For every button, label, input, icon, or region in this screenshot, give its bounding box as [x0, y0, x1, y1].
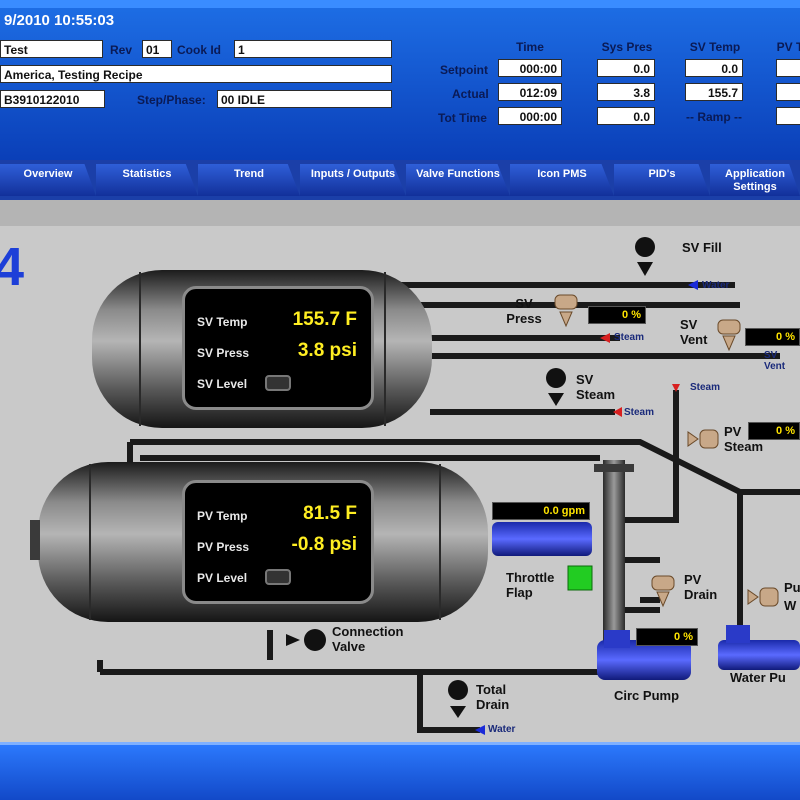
separator-bar [0, 200, 800, 226]
tab-inputs-outputs[interactable]: Inputs / Outputs [300, 164, 406, 196]
header-top-strip [0, 0, 800, 8]
recipe-field[interactable]: Test [0, 40, 103, 58]
footer-bar [0, 742, 800, 800]
pv-drain-pct: 0 % [636, 628, 698, 646]
sv-level-label: SV Level [197, 377, 248, 391]
footer-highlight [0, 742, 800, 745]
flow-meter-motor [492, 522, 592, 556]
tab-bar: Overview Statistics Trend Inputs / Outpu… [0, 160, 800, 200]
tab-overview[interactable]: Overview [0, 164, 96, 196]
rev-field[interactable]: 01 [142, 40, 172, 58]
sv-press-valve-label[interactable]: SV Press [500, 296, 548, 326]
throttle-flap-icon [567, 565, 593, 591]
throttle-flap-label[interactable]: Throttle Flap [506, 570, 570, 600]
step-phase-field[interactable]: 00 IDLE [217, 90, 392, 108]
setpoint-time: 000:00 [498, 59, 562, 77]
step-phase-label: Step/Phase: [137, 93, 206, 107]
w-label-partial: W [784, 598, 797, 613]
col-header-time: Time [516, 40, 544, 54]
col-header-sys-pres: Sys Pres [601, 40, 653, 54]
pv-level-label: PV Level [197, 571, 248, 585]
sv-temp-label: SV Temp [197, 315, 248, 329]
tab-icon-pms[interactable]: Icon PMS [510, 164, 614, 196]
unit-number: 4 [0, 237, 25, 297]
pv-press-label: PV Press [197, 540, 250, 554]
actual-sv-temp: 155.7 [685, 83, 743, 101]
recipe-name-field[interactable]: America, Testing Recipe [0, 65, 392, 83]
col-header-sv-temp: SV Temp [689, 40, 741, 54]
row-label-setpoint: Setpoint [440, 63, 488, 77]
water-pump-label[interactable]: Water Pu [730, 670, 800, 685]
tab-pids[interactable]: PID's [614, 164, 710, 196]
sv-steam-valve-label[interactable]: SV Steam [576, 372, 626, 402]
sv-fill-label: SV Fill [682, 240, 722, 255]
cook-id-field[interactable]: 1 [234, 40, 392, 58]
steam-tag-pv-inlet: Steam [690, 382, 721, 393]
steam-tag-sv: Steam [624, 407, 655, 418]
water-tag-fill: Water [702, 280, 730, 291]
steam-tag-press: Steam [614, 332, 645, 343]
sv-press-value: 3.8 psi [297, 340, 357, 361]
setpoint-pv-temp [776, 59, 800, 77]
connection-valve-label[interactable]: Connection Valve [332, 624, 422, 654]
col-header-pv-temp: PV T [776, 40, 800, 54]
tab-trend[interactable]: Trend [198, 164, 300, 196]
water-pump-motor [718, 625, 800, 670]
piping-graphics [30, 237, 800, 735]
total-drain-valve-label[interactable]: Total Drain [476, 682, 524, 712]
sv-readout-panel: SV Temp 155.7 F SV Press 3.8 psi SV Leve… [182, 286, 374, 410]
tot-pv-temp [776, 107, 800, 125]
pv-readout-panel: PV Temp 81.5 F PV Press -0.8 psi PV Leve… [182, 480, 374, 604]
recipe-header: 9/2010 10:55:03 Test Rev 01 Cook Id 1 Am… [0, 0, 800, 160]
row-label-tot-time: Tot Time [438, 111, 487, 125]
pv-level-indicator [265, 569, 291, 585]
sv-level-indicator [265, 375, 291, 391]
tab-statistics[interactable]: Statistics [96, 164, 198, 196]
sv-vent-tag: SV Vent [764, 350, 786, 372]
pv-temp-label: PV Temp [197, 509, 248, 523]
water-tag-drain: Water [488, 724, 516, 735]
pv-press-value: -0.8 psi [291, 534, 357, 555]
pv-steam-pct: 0 % [748, 422, 800, 440]
flow-readout: 0.0 gpm [492, 502, 590, 520]
rev-label: Rev [110, 43, 133, 57]
row-label-actual: Actual [452, 87, 489, 101]
actual-sys-pres: 3.8 [597, 83, 655, 101]
sv-vent-pct: 0 % [745, 328, 800, 346]
datetime-display: 9/2010 10:55:03 [4, 12, 115, 29]
sv-press-pct: 0 % [588, 306, 646, 324]
setpoint-sv-temp: 0.0 [685, 59, 743, 77]
tot-time: 000:00 [498, 107, 562, 125]
setpoint-sys-pres: 0.0 [597, 59, 655, 77]
tot-sys-pres: 0.0 [597, 107, 655, 125]
cook-id-label: Cook Id [177, 43, 221, 57]
pv-drain-valve-label[interactable]: PV Drain [684, 572, 724, 602]
tab-valve-functions[interactable]: Valve Functions [406, 164, 510, 196]
pump-label-partial: Pu [784, 580, 800, 595]
actual-time: 012:09 [498, 83, 562, 101]
pv-temp-value: 81.5 F [303, 503, 357, 524]
sv-press-label: SV Press [197, 346, 250, 360]
circ-pump-label[interactable]: Circ Pump [614, 688, 679, 703]
actual-pv-temp [776, 83, 800, 101]
process-diagram: 4 SV Temp 155.7 F SV Press 3.8 psi SV Le… [0, 226, 800, 742]
batch-field[interactable]: B3910122010 [0, 90, 105, 108]
ramp-label: -- Ramp -- [686, 110, 742, 124]
sv-vent-valve-label[interactable]: SV Vent [680, 317, 720, 347]
sv-temp-value: 155.7 F [292, 309, 357, 330]
tab-application-settings[interactable]: Application Settings [710, 164, 800, 196]
